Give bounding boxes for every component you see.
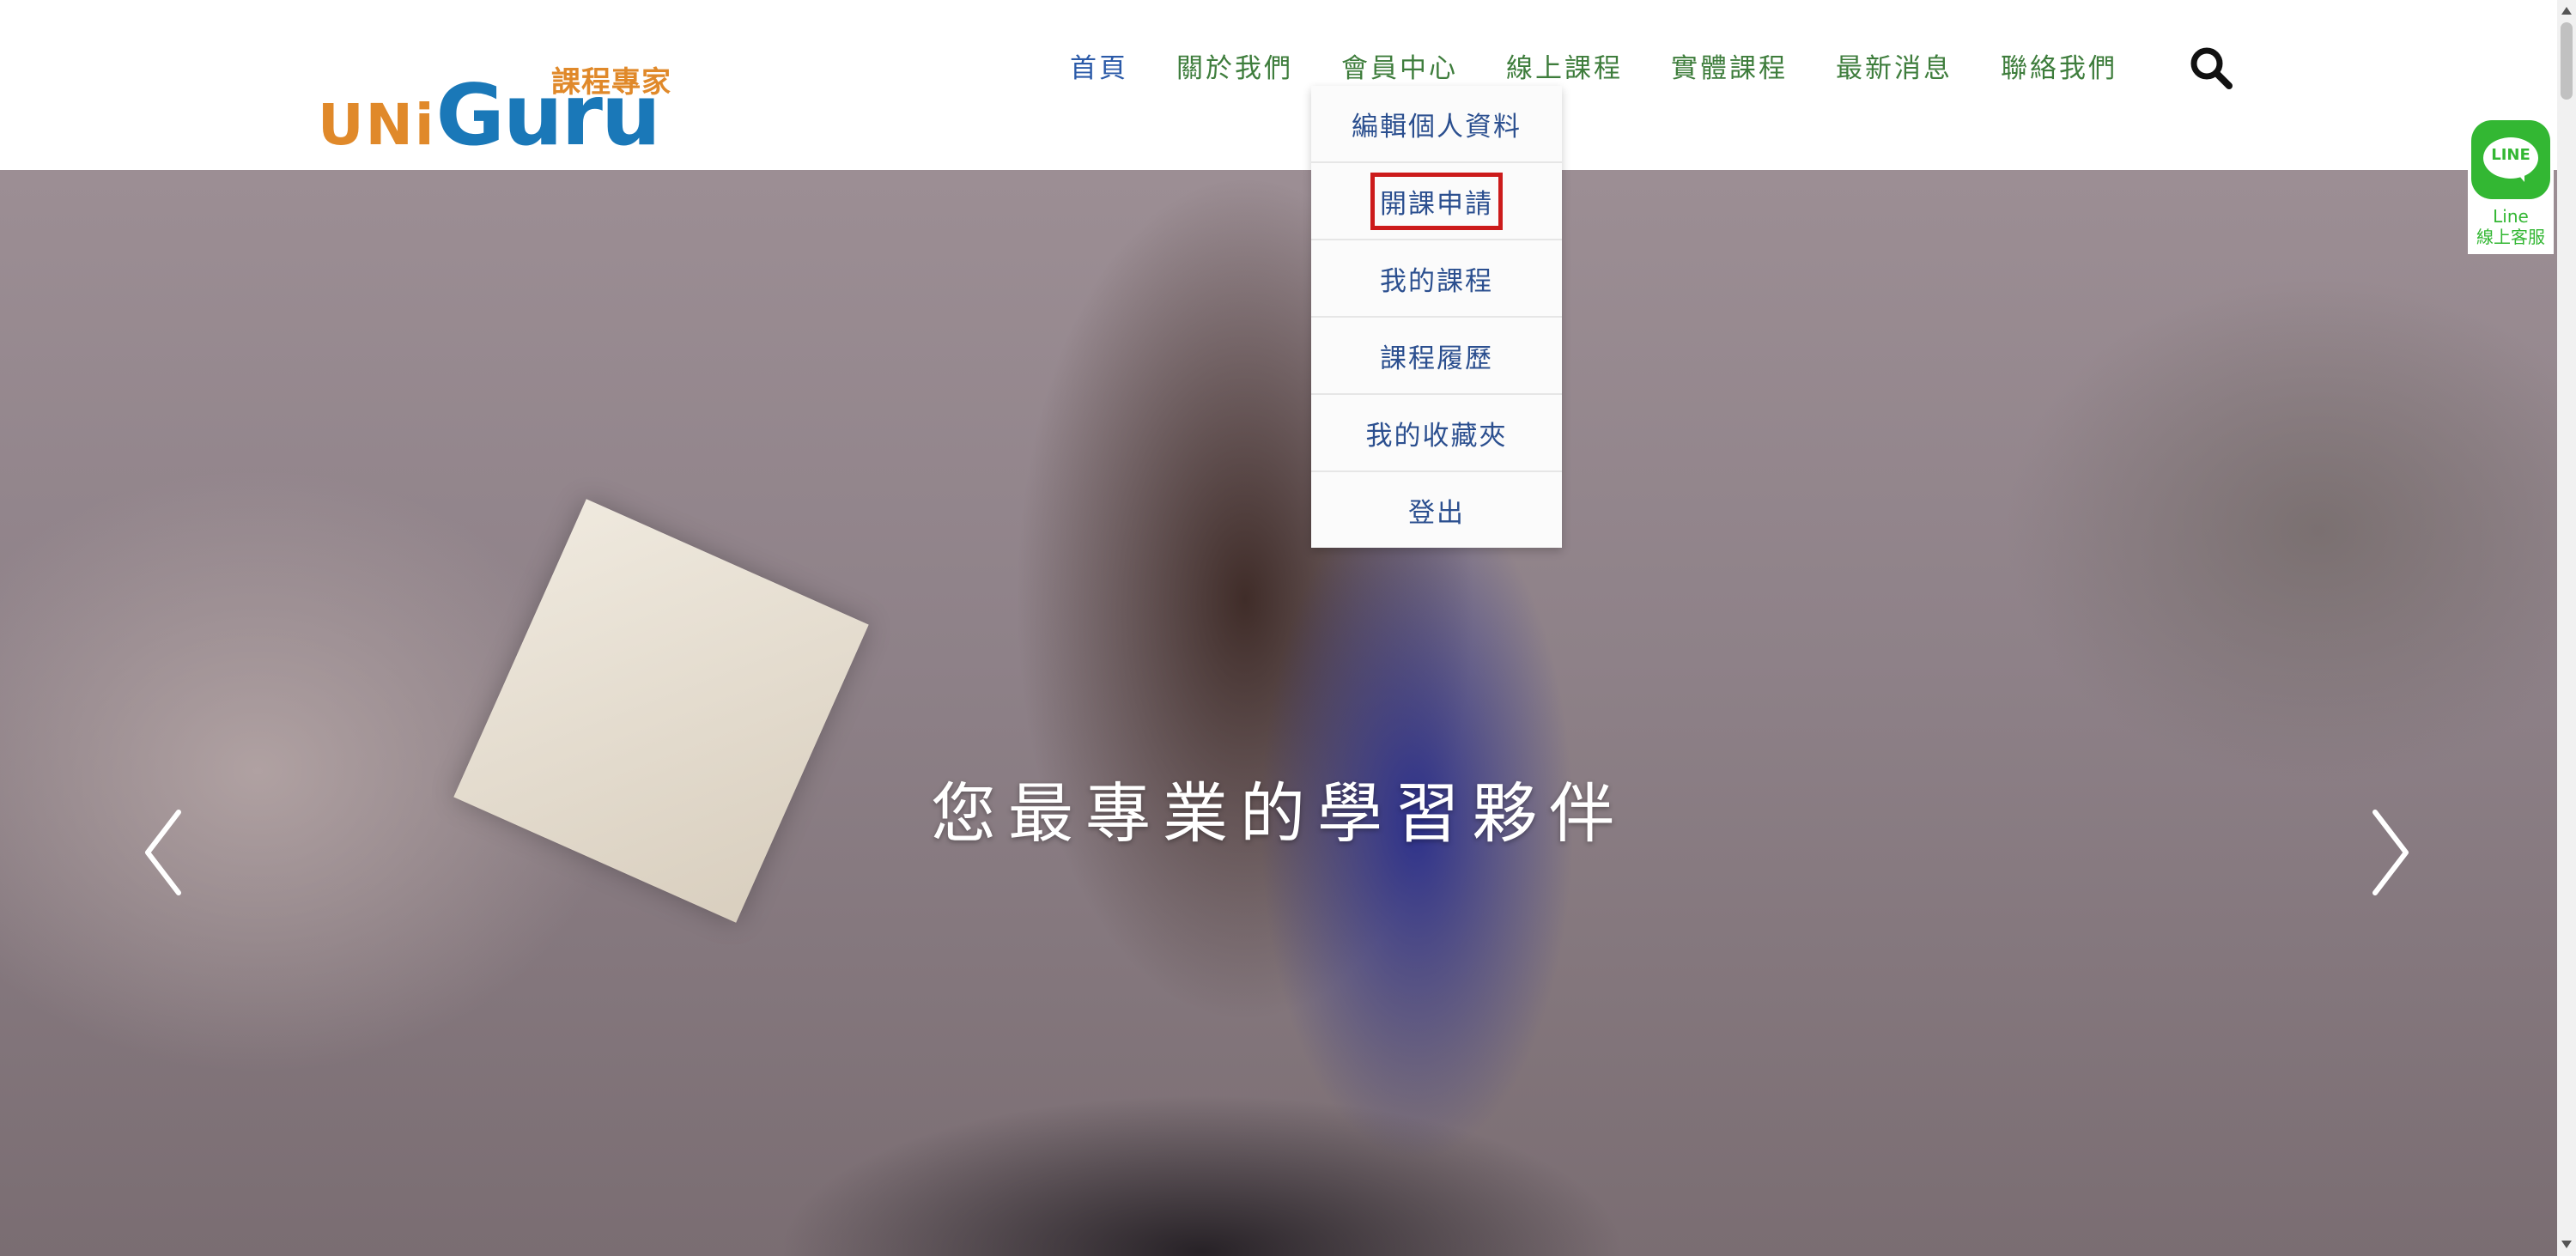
line-widget-label: Line 線上客服	[2468, 206, 2554, 247]
nav-online-courses[interactable]: 線上課程	[1506, 48, 1623, 89]
search-icon[interactable]	[2188, 45, 2234, 91]
menu-item-label: 編輯個人資料	[1352, 111, 1522, 143]
line-customer-service-widget[interactable]: LINE Line 線上客服	[2468, 117, 2554, 254]
menu-item-edit-profile[interactable]: 編輯個人資料	[1311, 86, 1562, 163]
site-header: 課程專家 UNiGuru 首頁 關於我們 會員中心 線上課程 實體課程 最新消息…	[0, 0, 2557, 170]
menu-item-course-history[interactable]: 課程履歷	[1311, 318, 1562, 395]
logo-wordmark: UNiGuru	[318, 74, 661, 158]
hero-title: 您最專業的學習夥伴	[931, 775, 1626, 852]
menu-item-logout[interactable]: 登出	[1311, 472, 1562, 548]
scroll-down-arrow-icon[interactable]	[2561, 1241, 2572, 1248]
line-badge-text: LINE	[2491, 146, 2530, 164]
chevron-left-icon[interactable]	[137, 805, 189, 900]
uniguru-logo[interactable]: 課程專家 UNiGuru	[318, 58, 678, 158]
member-center-dropdown: 編輯個人資料 開課申請 我的課程 課程履歷 我的收藏夾 登出	[1311, 86, 1562, 548]
line-bubble-tail	[2514, 170, 2524, 182]
line-label-2: 線上客服	[2476, 227, 2545, 247]
logo-uni-text: UNi	[318, 92, 436, 158]
scroll-up-arrow-icon[interactable]	[2561, 7, 2572, 15]
menu-item-course-application[interactable]: 開課申請	[1311, 163, 1562, 240]
nav-member-center[interactable]: 會員中心	[1341, 48, 1458, 89]
page-scrollbar[interactable]	[2557, 0, 2576, 1256]
logo-guru-text: Guru	[435, 67, 660, 165]
nav-home[interactable]: 首頁	[1070, 48, 1128, 89]
menu-item-my-courses[interactable]: 我的課程	[1311, 240, 1562, 318]
nav-about[interactable]: 關於我們	[1176, 48, 1293, 89]
menu-item-label: 開課申請	[1370, 172, 1503, 230]
menu-item-favorites[interactable]: 我的收藏夾	[1311, 395, 1562, 472]
main-nav: 首頁 關於我們 會員中心 線上課程 實體課程 最新消息 聯絡我們	[1070, 48, 2166, 89]
line-label-1: Line	[2493, 206, 2529, 227]
nav-physical-courses[interactable]: 實體課程	[1671, 48, 1788, 89]
hero-book-image	[453, 499, 869, 923]
scroll-thumb[interactable]	[2561, 22, 2573, 100]
hero-slider: 您最專業的學習夥伴	[0, 170, 2557, 1256]
line-chat-icon: LINE	[2471, 120, 2550, 199]
menu-item-label: 登出	[1408, 497, 1465, 529]
menu-item-label: 我的課程	[1380, 265, 1493, 297]
nav-contact[interactable]: 聯絡我們	[2001, 48, 2117, 89]
chevron-right-icon[interactable]	[2365, 805, 2416, 900]
nav-news[interactable]: 最新消息	[1836, 48, 1953, 89]
menu-item-label: 我的收藏夾	[1365, 420, 1508, 452]
menu-item-label: 課程履歷	[1380, 343, 1493, 374]
